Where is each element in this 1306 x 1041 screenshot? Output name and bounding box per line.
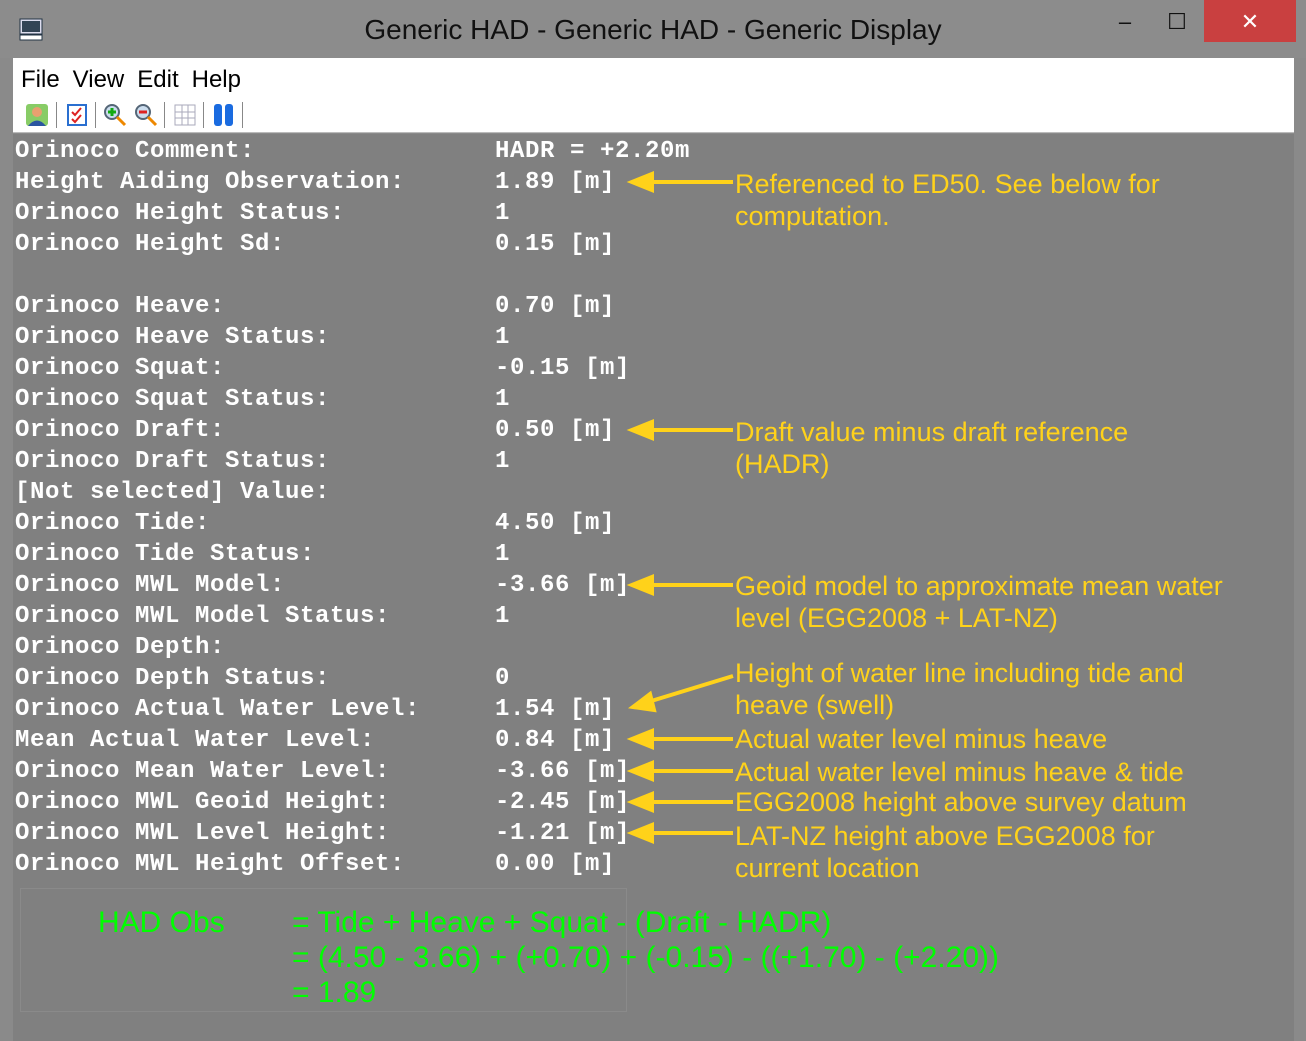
annotation-actual-water-level: Height of water line including tide and … xyxy=(735,658,1184,720)
formula-line-1: = Tide + Heave + Squat - (Draft - HADR) xyxy=(292,906,832,939)
annotation-mwl-model: Geoid model to approximate mean water le… xyxy=(735,571,1223,633)
formula-label: HAD Obs xyxy=(98,906,225,939)
annotation-mean-actual-water-level: Actual water level minus heave xyxy=(735,724,1108,754)
annotation-arrows xyxy=(626,171,734,844)
annotation-level-height: LAT-NZ height above EGG2008 for current … xyxy=(735,821,1155,883)
annotation-geoid-height: EGG2008 height above survey datum xyxy=(735,787,1187,817)
annotation-mean-water-level: Actual water level minus heave & tide xyxy=(735,757,1184,787)
formula-line-3: = 1.89 xyxy=(292,976,377,1009)
annotation-draft: Draft value minus draft reference (HADR) xyxy=(735,417,1129,479)
formula-line-2: = (4.50 - 3.66) + (+0.70) + (-0.15) - ((… xyxy=(292,941,999,974)
annotation-height-aiding: Referenced to ED50. See below for comput… xyxy=(735,169,1160,231)
